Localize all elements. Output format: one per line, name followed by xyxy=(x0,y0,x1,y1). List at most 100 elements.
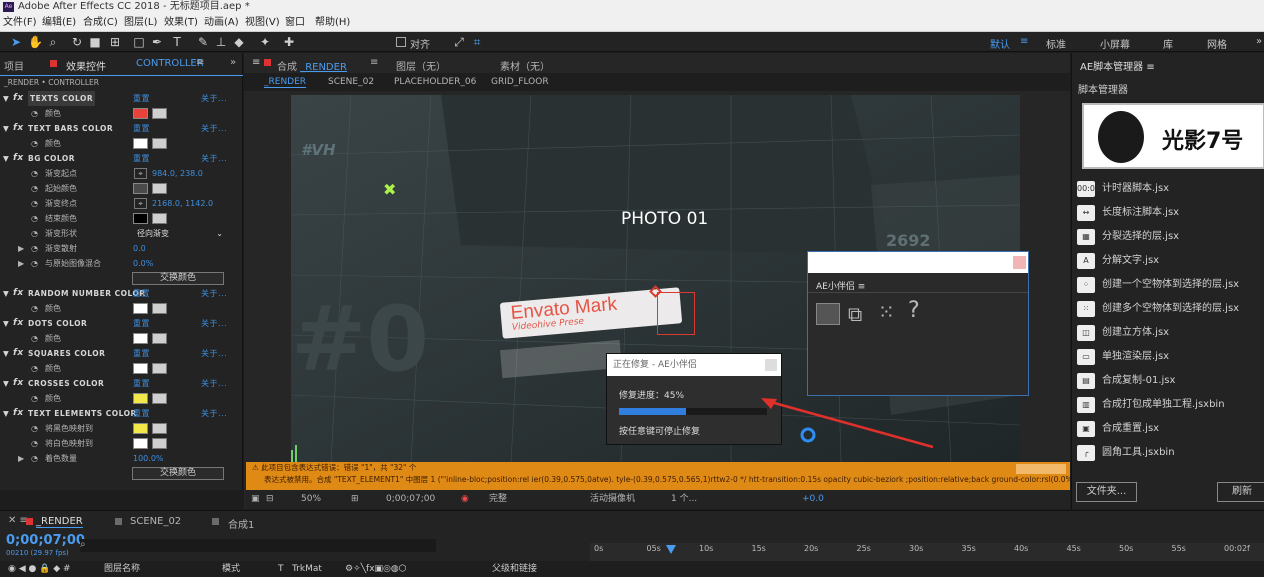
fx-toggle-icon[interactable]: fx xyxy=(13,406,24,421)
crumb-placeholder[interactable]: PLACEHOLDER_06 xyxy=(394,77,476,87)
script-item[interactable]: ▦ 分裂选择的层.jsx xyxy=(1077,227,1264,247)
tab-layer[interactable]: 图层（无） xyxy=(396,58,446,73)
grid-tool-icon[interactable]: ⁙ xyxy=(878,300,895,324)
fx-toggle-icon[interactable]: fx xyxy=(13,91,24,106)
expand-triangle-icon[interactable]: ▼ xyxy=(3,316,9,331)
stopwatch-icon[interactable]: ◔ xyxy=(31,166,38,181)
stopwatch-icon[interactable]: ◔ xyxy=(31,256,38,271)
roi-icon[interactable]: ⊞ xyxy=(351,490,359,509)
zoom-select[interactable]: 50% xyxy=(301,490,321,509)
script-item[interactable]: ╭ 圆角工具.jsxbin xyxy=(1077,443,1264,463)
expand-triangle-icon[interactable]: ▼ xyxy=(3,376,9,391)
stopwatch-icon[interactable]: ◔ xyxy=(31,241,38,256)
expand-triangle-icon[interactable]: ▼ xyxy=(3,286,9,301)
menu-effect[interactable]: 效果(T) xyxy=(164,14,198,32)
repair-tool-icon[interactable] xyxy=(816,303,840,325)
zoom-tool-icon[interactable]: ⌕ xyxy=(46,35,60,49)
menu-composition[interactable]: 合成(C) xyxy=(83,14,118,32)
copy-tool-icon[interactable]: ⧉ xyxy=(848,302,862,326)
fx-toggle-icon[interactable]: fx xyxy=(13,316,24,331)
color-swatch[interactable] xyxy=(133,393,148,404)
stopwatch-icon[interactable]: ◔ xyxy=(31,391,38,406)
menu-window[interactable]: 窗口 xyxy=(285,14,305,32)
stopwatch-icon[interactable]: ◔ xyxy=(31,136,38,151)
workspace-menu-icon[interactable]: ≡ xyxy=(1020,36,1028,47)
help-icon[interactable]: ? xyxy=(908,298,920,323)
eraser-tool-icon[interactable]: ◆ xyxy=(232,35,246,49)
expand-triangle-icon[interactable]: ▼ xyxy=(3,91,9,106)
script-item[interactable]: ↔ 长度标注脚本.jsx xyxy=(1077,203,1264,223)
magnification-icon[interactable]: ⊟ xyxy=(266,490,274,509)
always-preview-icon[interactable]: ▣ xyxy=(251,490,260,509)
tab-project[interactable]: 项目 xyxy=(4,58,24,73)
crosshair-icon[interactable]: ⌖ xyxy=(134,198,147,209)
eyedropper-icon[interactable] xyxy=(152,438,167,449)
selection-bounding-box[interactable] xyxy=(657,292,695,335)
tab-script-manager[interactable]: AE脚本管理器 ≡ xyxy=(1080,58,1155,73)
script-item[interactable]: ◫ 创建立方体.jsx xyxy=(1077,323,1264,343)
eyedropper-icon[interactable] xyxy=(152,393,167,404)
color-swatch[interactable] xyxy=(133,213,148,224)
fx-toggle-icon[interactable]: fx xyxy=(13,151,24,166)
property-value[interactable]: 0.0% xyxy=(133,256,153,271)
eyedropper-icon[interactable] xyxy=(152,303,167,314)
pan-behind-tool-icon[interactable]: ⊞ xyxy=(108,35,122,49)
snap-grid-icon[interactable]: ⌗ xyxy=(470,35,484,49)
menu-view[interactable]: 视图(V) xyxy=(245,14,280,32)
script-item[interactable]: ▣ 合成重置.jsx xyxy=(1077,419,1264,439)
fx-toggle-icon[interactable]: fx xyxy=(13,346,24,361)
pen-tool-icon[interactable]: ✒ xyxy=(150,35,164,49)
script-item[interactable]: A 分解文字.jsx xyxy=(1077,251,1264,271)
views-select[interactable]: 1 个... xyxy=(671,490,697,509)
clone-stamp-tool-icon[interactable]: ⊥ xyxy=(214,35,228,49)
col-t[interactable]: T xyxy=(278,561,284,577)
error-nav-buttons[interactable] xyxy=(1016,464,1066,474)
script-item[interactable]: 00:00 计时器脚本.jsx xyxy=(1077,179,1264,199)
eyedropper-icon[interactable] xyxy=(152,183,167,194)
stopwatch-icon[interactable]: ◔ xyxy=(31,181,38,196)
script-item[interactable]: ⁙ 创建多个空物体到选择的层.jsx xyxy=(1077,299,1264,319)
workspace-libraries[interactable]: 库 xyxy=(1163,36,1173,51)
about-link[interactable]: 关于... xyxy=(201,91,227,106)
menu-layer[interactable]: 图层(L) xyxy=(124,14,157,32)
swap-colors-button[interactable]: 交换颜色 xyxy=(132,467,224,480)
property-value[interactable]: 100.0% xyxy=(133,451,164,466)
menu-help[interactable]: 帮助(H) xyxy=(315,14,350,32)
property-value[interactable]: 2168.0, 1142.0 xyxy=(152,196,213,211)
stopwatch-icon[interactable]: ◔ xyxy=(31,301,38,316)
stopwatch-icon[interactable]: ◔ xyxy=(31,331,38,346)
tab-composition[interactable]: 合成 _RENDER xyxy=(277,58,347,73)
timeline-tab-scene[interactable]: SCENE_02 xyxy=(130,516,181,527)
col-mode[interactable]: 模式 xyxy=(222,561,240,577)
fx-toggle-icon[interactable]: fx xyxy=(13,376,24,391)
swap-colors-button[interactable]: 交换颜色 xyxy=(132,272,224,285)
reset-link[interactable]: 重置 xyxy=(133,91,150,106)
about-link[interactable]: 关于... xyxy=(201,406,227,421)
stopwatch-icon[interactable]: ◔ xyxy=(31,226,38,241)
snap-checkbox[interactable] xyxy=(396,37,406,47)
gradient-shape-select[interactable]: 径向渐变 ⌄ xyxy=(137,226,223,241)
about-link[interactable]: 关于... xyxy=(201,286,227,301)
timeline-search-input[interactable]: ⌕ xyxy=(80,539,436,552)
repair-dialog-close-button[interactable] xyxy=(765,359,777,371)
expand-arrow-icon[interactable]: ▶ xyxy=(18,256,24,271)
expand-triangle-icon[interactable]: ▼ xyxy=(3,121,9,136)
col-trkmat[interactable]: TrkMat xyxy=(292,561,322,577)
about-link[interactable]: 关于... xyxy=(201,376,227,391)
expand-triangle-icon[interactable]: ▼ xyxy=(3,346,9,361)
resolution-select[interactable]: 完整 xyxy=(489,490,507,509)
crosshair-icon[interactable]: ⌖ xyxy=(134,168,147,179)
timeline-close-icon[interactable]: ✕ ≡ xyxy=(8,515,28,526)
fx-toggle-icon[interactable]: fx xyxy=(13,286,24,301)
channel-icon[interactable]: ◉ xyxy=(461,490,469,509)
property-value[interactable]: 984.0, 238.0 xyxy=(152,166,203,181)
time-ruler[interactable] xyxy=(590,543,1264,561)
color-swatch[interactable] xyxy=(133,363,148,374)
text-tool-icon[interactable]: T xyxy=(170,35,184,49)
timeline-timecode[interactable]: 0;00;07;00 xyxy=(6,533,85,548)
stopwatch-icon[interactable]: ◔ xyxy=(31,106,38,121)
eyedropper-icon[interactable] xyxy=(152,363,167,374)
stopwatch-icon[interactable]: ◔ xyxy=(31,361,38,376)
menu-animation[interactable]: 动画(A) xyxy=(204,14,239,32)
viewer-menu-icon[interactable]: ≡ xyxy=(252,57,260,68)
